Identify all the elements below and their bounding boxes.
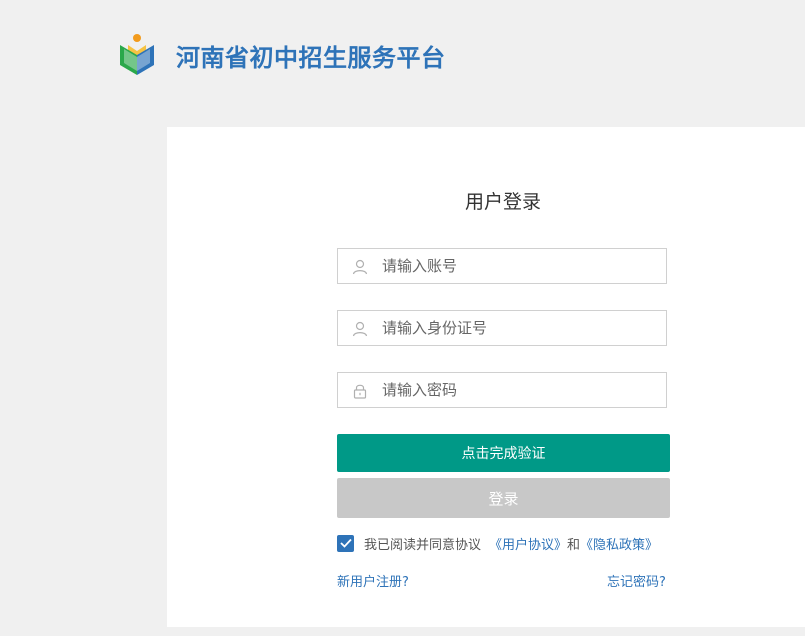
id-card-input[interactable]	[382, 311, 662, 345]
agreement-checkbox[interactable]	[337, 534, 354, 552]
login-title: 用户登录	[464, 191, 541, 213]
privacy-policy-link[interactable]: 《隐私政策》	[580, 534, 658, 553]
check-icon	[339, 538, 352, 548]
password-field[interactable]	[337, 372, 667, 408]
agreement-text: 我已阅读并同意协议	[364, 537, 482, 553]
account-input[interactable]	[382, 249, 662, 283]
password-input[interactable]	[382, 373, 662, 407]
lock-icon	[353, 384, 367, 399]
id-card-user-icon	[352, 321, 368, 337]
id-card-field[interactable]	[337, 310, 667, 346]
login-panel: 用户登录 点击完成验证 登录 我已阅读并同意协议 《用户协议	[167, 127, 805, 627]
site-title: 河南省初中招生服务平台	[176, 44, 446, 72]
login-button[interactable]: 登录	[337, 478, 670, 518]
agreement-and: 和	[567, 537, 581, 553]
user-icon	[352, 259, 368, 275]
agreement-row: 我已阅读并同意协议 《用户协议》 和 《隐私政策》	[337, 534, 658, 553]
register-link[interactable]: 新用户注册?	[337, 571, 409, 590]
verify-button[interactable]: 点击完成验证	[337, 434, 670, 472]
forgot-password-link[interactable]: 忘记密码?	[607, 571, 666, 590]
user-agreement-link[interactable]: 《用户协议》	[489, 534, 567, 553]
account-field[interactable]	[337, 248, 667, 284]
book-logo-icon	[120, 34, 154, 75]
